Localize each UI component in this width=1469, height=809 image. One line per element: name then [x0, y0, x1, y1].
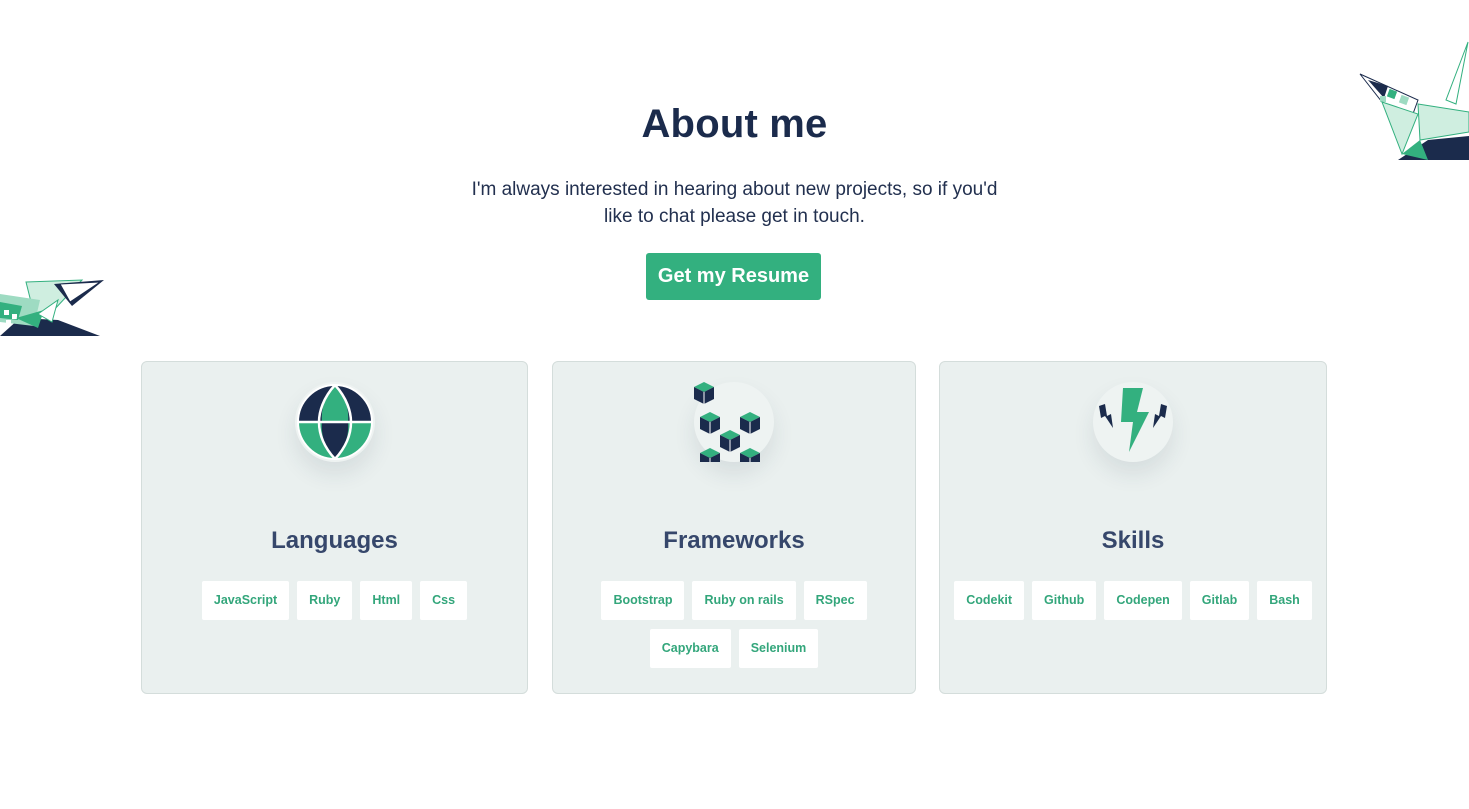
tag-selenium: Selenium [738, 629, 819, 668]
get-resume-button[interactable]: Get my Resume [646, 253, 821, 300]
card-title-skills: Skills [1101, 527, 1165, 554]
languages-tag-list: JavaScript Ruby Html Css [142, 581, 527, 620]
tag-ruby: Ruby [297, 581, 353, 620]
subtitle-line-2: like to chat please get in touch. [604, 206, 865, 227]
tag-codekit: Codekit [954, 581, 1025, 620]
tag-rspec: RSpec [803, 581, 867, 620]
globe-icon [297, 384, 373, 460]
page-title: About me [641, 102, 828, 146]
cubes-icon [694, 382, 761, 462]
card-title-languages: Languages [271, 527, 398, 554]
tag-css: Css [420, 581, 468, 620]
tag-bootstrap: Bootstrap [601, 581, 685, 620]
skills-card: Skills Codekit Github Codepen Gitlab Bas… [939, 361, 1327, 694]
page-subtitle: I'm always interested in hearing about n… [430, 176, 1039, 230]
languages-icon-badge [295, 382, 375, 462]
tag-bash: Bash [1257, 581, 1312, 620]
subtitle-line-1: I'm always interested in hearing about n… [471, 179, 998, 200]
skills-tag-list: Codekit Github Codepen Gitlab Bash [940, 581, 1326, 620]
frameworks-tag-list-row-1: Bootstrap Ruby on rails RSpec [553, 581, 915, 620]
frameworks-card: Frameworks Bootstrap Ruby on rails RSpec… [552, 361, 916, 694]
tag-javascript: JavaScript [201, 581, 290, 620]
tag-html: Html [360, 581, 413, 620]
tag-capybara: Capybara [649, 629, 731, 668]
card-title-frameworks: Frameworks [663, 527, 805, 554]
tag-codepen: Codepen [1104, 581, 1182, 620]
lightning-icon [1099, 388, 1167, 452]
languages-card: Languages JavaScript Ruby Html Css [141, 361, 528, 694]
frameworks-icon-badge [694, 382, 774, 462]
skills-icon-badge [1093, 382, 1173, 462]
tag-ruby-on-rails: Ruby on rails [692, 581, 796, 620]
tag-github: Github [1032, 581, 1097, 620]
origami-crane-left-icon [0, 279, 104, 336]
frameworks-tag-list-row-2: Capybara Selenium [553, 629, 915, 668]
tag-gitlab: Gitlab [1189, 581, 1250, 620]
